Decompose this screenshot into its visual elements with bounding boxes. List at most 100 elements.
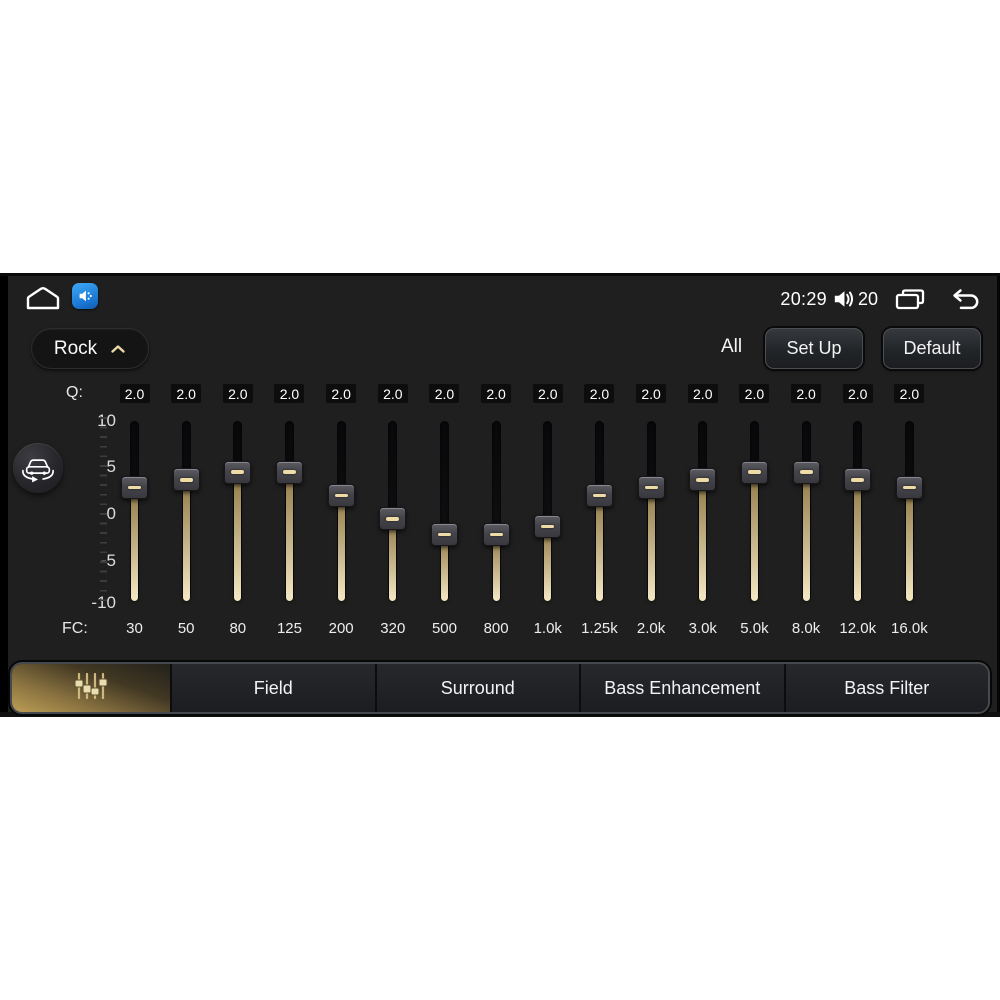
handle-dash — [747, 470, 761, 474]
eq-slider-band-8.0k[interactable] — [786, 421, 826, 601]
slider-handle[interactable] — [792, 460, 820, 484]
handle-dash — [799, 470, 813, 474]
q-value: 2.0 — [848, 385, 868, 402]
slider-fill — [750, 472, 758, 601]
slider-handle[interactable] — [379, 507, 407, 531]
fc-label: 50 — [177, 620, 195, 637]
q-value: 2.0 — [228, 385, 248, 402]
slider-fill — [131, 487, 138, 601]
eq-slider-band-16.0k[interactable] — [889, 421, 929, 601]
slider-fill — [595, 495, 603, 601]
tab-bass-enhancement[interactable]: Bass Enhancement — [579, 664, 784, 712]
slider-handle[interactable] — [585, 483, 613, 507]
q-value: 2.0 — [796, 385, 816, 402]
slider-handle[interactable] — [224, 460, 252, 484]
slider-handle[interactable] — [689, 468, 717, 492]
slider-fill — [802, 472, 810, 601]
eq-slider-band-800[interactable] — [476, 421, 516, 601]
fc-label: 30 — [126, 620, 143, 637]
sound-field-car-button[interactable] — [13, 443, 63, 493]
slider-fill — [234, 472, 242, 601]
eq-slider-band-80[interactable] — [218, 421, 258, 601]
eq-slider-band-1.0k[interactable] — [528, 421, 568, 601]
tab-field[interactable]: Field — [170, 664, 375, 712]
slider-handle[interactable] — [327, 483, 355, 507]
q-value: 2.0 — [486, 385, 506, 402]
fc-label: 80 — [229, 620, 247, 637]
slider-fill — [905, 487, 913, 601]
tab-label: Bass Filter — [844, 677, 930, 698]
handle-dash — [437, 532, 451, 537]
eq-slider-band-12.0k[interactable] — [838, 421, 878, 601]
back-icon[interactable] — [948, 288, 982, 311]
handle-dash — [851, 478, 865, 482]
gain-scale-label: -10 — [58, 592, 116, 614]
handle-dash — [386, 517, 400, 521]
eq-slider-band-1.25k[interactable] — [579, 421, 619, 601]
eq-slider-band-125[interactable] — [269, 421, 309, 601]
slider-handle[interactable] — [895, 476, 923, 500]
clock: 20:29 — [780, 288, 827, 309]
slider-fill — [699, 479, 707, 601]
tab-bass-filter[interactable]: Bass Filter — [783, 664, 988, 712]
q-value-box: 2.0 — [170, 383, 203, 404]
slider-handle[interactable] — [534, 515, 562, 539]
q-value-box: 2.0 — [841, 383, 874, 404]
slider-handle[interactable] — [740, 460, 768, 484]
eq-slider-band-200[interactable] — [321, 421, 361, 601]
fc-label: 500 — [431, 620, 457, 637]
slider-handle[interactable] — [844, 468, 872, 492]
fc-label: 2.0k — [636, 620, 666, 637]
slider-handle[interactable] — [637, 476, 665, 500]
head-unit-screen: 20:29 20 Rock All Set Up Default Q: 2.0 … — [0, 273, 1000, 717]
q-value: 2.0 — [538, 385, 558, 402]
fc-label: 16.0k — [891, 620, 928, 637]
gain-scale-label: 0 — [106, 504, 116, 523]
slider-fill — [389, 518, 397, 601]
default-button[interactable]: Default — [883, 328, 981, 369]
volume-icon — [833, 288, 855, 310]
q-value-box: 2.0 — [480, 383, 513, 404]
eq-slider-band-500[interactable] — [424, 421, 464, 601]
bottom-tab-bar: Field Surround Bass Enhancement Bass Filter — [10, 662, 990, 714]
slider-handle[interactable] — [172, 468, 200, 492]
recent-apps-icon[interactable] — [894, 287, 926, 312]
slider-handle[interactable] — [121, 476, 148, 500]
fc-label: 200 — [328, 620, 354, 637]
home-button[interactable] — [24, 285, 62, 311]
q-value-box: 2.0 — [376, 383, 409, 404]
q-value: 2.0 — [899, 385, 920, 402]
q-value-box: 2.0 — [531, 383, 564, 404]
tab-surround[interactable]: Surround — [374, 664, 579, 712]
handle-dash — [334, 493, 348, 498]
fc-label: 8.0k — [791, 620, 821, 637]
q-value: 2.0 — [589, 385, 610, 402]
eq-slider-band-2.0k[interactable] — [631, 421, 671, 601]
slider-handle[interactable] — [482, 522, 510, 546]
q-value: 2.0 — [693, 385, 713, 402]
handle-dash — [128, 485, 141, 490]
gain-scale-label: 10 — [58, 410, 116, 432]
tab-label: Bass Enhancement — [604, 677, 761, 698]
eq-slider-band-30[interactable] — [115, 421, 155, 601]
all-button[interactable]: All — [721, 336, 742, 358]
eq-slider-band-320[interactable] — [373, 421, 413, 601]
tab-equalizer[interactable] — [12, 664, 170, 712]
setup-button[interactable]: Set Up — [765, 328, 863, 369]
eq-slider-band-3.0k[interactable] — [683, 421, 723, 601]
slider-handle[interactable] — [430, 522, 458, 546]
q-value-box: 2.0 — [118, 383, 151, 404]
q-value: 2.0 — [383, 385, 403, 402]
slider-handle[interactable] — [275, 460, 303, 484]
fc-label: 320 — [380, 620, 406, 637]
fc-label: 5.0k — [740, 620, 769, 637]
handle-dash — [696, 478, 710, 482]
eq-slider-band-5.0k[interactable] — [734, 421, 774, 601]
eq-slider-band-50[interactable] — [166, 421, 206, 601]
handle-dash — [179, 478, 193, 482]
handle-dash — [644, 485, 658, 490]
q-value: 2.0 — [434, 385, 455, 402]
q-value-box: 2.0 — [428, 383, 461, 404]
tab-label: Field — [253, 677, 293, 698]
home-icon — [24, 287, 62, 315]
